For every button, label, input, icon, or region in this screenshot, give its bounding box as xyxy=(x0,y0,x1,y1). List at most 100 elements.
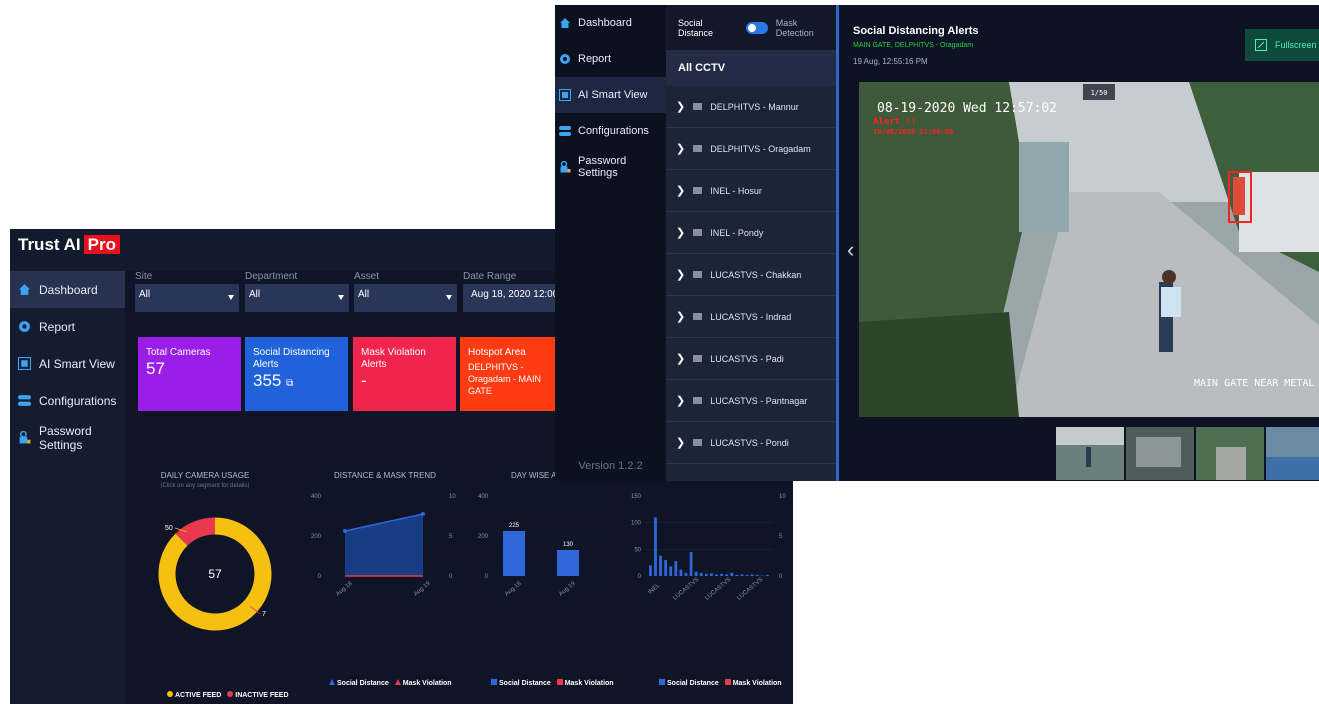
total-cameras-card[interactable]: Total Cameras 57 xyxy=(138,337,241,411)
asset-filter: Asset All xyxy=(354,271,457,312)
filter-label: Site xyxy=(135,271,153,282)
legend-dot xyxy=(167,691,173,697)
sidebar-item-label: Configurations xyxy=(39,393,117,408)
sidebar-item-report[interactable]: Report xyxy=(555,41,666,77)
date-range-input[interactable]: Aug 18, 2020 12:00 AM xyxy=(463,284,563,312)
sidebar-item-configurations[interactable]: Configurations xyxy=(555,113,666,149)
chevron-right-icon: ❯ xyxy=(676,311,686,323)
card-value: 355 xyxy=(253,371,282,390)
social-distance-bar xyxy=(710,573,713,576)
folder-icon xyxy=(693,229,703,236)
external-link-icon[interactable]: ⧉ xyxy=(286,378,293,389)
donut-center-value: 57 xyxy=(208,567,222,581)
location-wise-chart: 0501001500510INEL LUCASTVS LUCASTVS LUCASTV… xyxy=(631,494,786,602)
thumbnail-4[interactable] xyxy=(1266,427,1319,480)
legend-label: Mask Violation xyxy=(564,680,614,687)
social-distance-point xyxy=(421,512,425,516)
social-distance-bar xyxy=(659,555,662,576)
bar-data-label: 225 xyxy=(509,523,520,529)
y-tick-label: 0 xyxy=(638,574,642,580)
site-item[interactable]: ❯ LUCASTVS - Padi xyxy=(666,338,836,380)
social-distance-bar xyxy=(694,571,698,576)
site-item[interactable]: ❯ DELPHITVS - Oragadam xyxy=(666,128,836,170)
site-item[interactable]: ❯ DELPHITVS - Mannur xyxy=(666,86,836,128)
legend-label: Mask Violation xyxy=(402,680,452,687)
site-item[interactable]: ❯ LUCASTVS - Pondi xyxy=(666,422,836,464)
switch-knob xyxy=(748,23,757,32)
previous-image-arrow[interactable]: ‹ xyxy=(847,237,854,263)
site-item-label: LUCASTVS - Chakkan xyxy=(710,269,802,280)
sidebar-item-dashboard[interactable]: Dashboard xyxy=(10,271,125,308)
thumbnail-3[interactable] xyxy=(1196,427,1264,480)
all-cctv-header[interactable]: All CCTV xyxy=(666,50,836,86)
camera-alert-time: 19/08/2020 12:56:00 xyxy=(873,128,953,136)
hotspot-area-card[interactable]: Hotspot Area DELPHITVS - Oragadam - MAIN… xyxy=(460,337,570,411)
sidebar-item-report[interactable]: Report xyxy=(10,308,125,345)
thumbnail-2[interactable] xyxy=(1126,427,1194,480)
social-distance-area xyxy=(345,514,423,576)
chevron-right-icon: ❯ xyxy=(676,185,686,197)
y-tick-label: 200 xyxy=(478,534,489,540)
legend-square xyxy=(724,679,731,685)
site-item[interactable]: ❯ INEL - Pondy xyxy=(666,212,836,254)
filter-label: Asset xyxy=(354,271,380,282)
camera-alert-text: Alert !! xyxy=(873,117,916,127)
distance-mask-trend-chart: 0 200 400 0 5 10 Aug 18 Aug 19 xyxy=(311,494,456,598)
x-tick-label: Aug 18 xyxy=(504,580,523,597)
monitor-icon xyxy=(18,357,31,370)
usage-chart-legend: ACTIVE FEED INACTIVE FEED xyxy=(163,691,289,699)
fullscreen-label: Fullscreen xyxy=(1275,40,1317,50)
site-item[interactable]: ❯ LUCASTVS - Pantnagar xyxy=(666,380,836,422)
chevron-right-icon: ❯ xyxy=(676,101,686,113)
bar-data-label: 130 xyxy=(563,542,574,548)
site-item-label: LUCASTVS - Pantnagar xyxy=(710,395,808,406)
dashboard-sidebar: Dashboard Report AI Smart View Configura… xyxy=(10,271,125,704)
sidebar-item-password-settings[interactable]: Password Settings xyxy=(10,419,125,456)
sidebar-item-label: AI Smart View xyxy=(39,356,115,371)
site-item[interactable]: ❯ LUCASTVS - Indrad xyxy=(666,296,836,338)
card-value: - xyxy=(361,371,367,390)
folder-icon xyxy=(693,439,703,446)
y-tick-label: 0 xyxy=(485,574,489,580)
site-item[interactable]: ❯ LUCASTVS - Chakkan xyxy=(666,254,836,296)
x-tick-label: Aug 19 xyxy=(413,580,432,597)
brand-logo: Trust AI Pro xyxy=(18,235,120,255)
site-items: ❯ DELPHITVS - Mannur ❯ DELPHITVS - Oragadam… xyxy=(666,86,836,464)
thumbnail-1[interactable] xyxy=(1056,427,1124,480)
card-title: Social Distancing Alerts xyxy=(253,347,330,370)
folder-icon xyxy=(693,271,703,278)
y-tick-label: 0 xyxy=(318,574,322,580)
social-distance-bar xyxy=(755,574,759,576)
cctv-site-list: Social Distance Mask Detection All CCTV … xyxy=(666,5,836,481)
camera-feed-image[interactable]: 08-19-2020 Wed 12:57:02 Alert !! 19/08/2… xyxy=(859,82,1319,417)
y-tick-label: 200 xyxy=(311,534,322,540)
sidebar-item-ai-smart-view[interactable]: AI Smart View xyxy=(555,77,666,113)
site-select[interactable]: All xyxy=(135,284,239,312)
sidebar-item-ai-smart-view[interactable]: AI Smart View xyxy=(10,345,125,382)
site-item[interactable]: ❯ INEL - Hosur xyxy=(666,170,836,212)
x-tick-label: LUCASTVS xyxy=(704,577,732,602)
fullscreen-button[interactable]: Fullscreen xyxy=(1245,29,1319,61)
social-distance-bar xyxy=(760,575,764,576)
sidebar-item-label: AI Smart View xyxy=(578,89,648,101)
sidebar-item-dashboard[interactable]: Dashboard xyxy=(555,5,666,41)
social-distance-bar xyxy=(745,574,749,576)
folder-icon xyxy=(693,145,703,152)
monitor-icon xyxy=(559,89,571,101)
mask-violation-alerts-card[interactable]: Mask Violation Alerts - xyxy=(353,337,456,411)
sidebar-item-label: Report xyxy=(578,53,612,65)
site-item-label: DELPHITVS - Mannur xyxy=(710,101,799,112)
sidebar-item-password-settings[interactable]: Password Settings xyxy=(555,149,666,185)
department-select[interactable]: All xyxy=(245,284,349,312)
chevron-down-icon xyxy=(446,295,452,300)
social-distance-bar xyxy=(730,572,734,576)
detection-mode-switch[interactable] xyxy=(746,21,768,34)
sidebar-item-configurations[interactable]: Configurations xyxy=(10,382,125,419)
toggle-label-social: Social Distance xyxy=(678,17,714,38)
asset-select[interactable]: All xyxy=(354,284,457,312)
card-value: 57 xyxy=(146,359,165,378)
y2-tick-label: 5 xyxy=(449,534,453,540)
social-distance-bar xyxy=(750,574,754,576)
site-item-label: LUCASTVS - Pondi xyxy=(710,437,789,448)
social-distancing-alerts-card[interactable]: Social Distancing Alerts 355 ⧉ xyxy=(245,337,348,411)
